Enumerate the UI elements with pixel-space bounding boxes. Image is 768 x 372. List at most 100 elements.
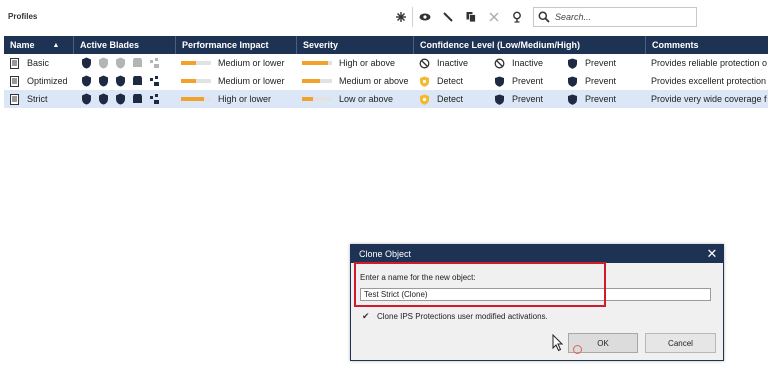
confidence-label: Prevent	[512, 76, 544, 86]
detect-shield-icon	[420, 76, 429, 87]
prevent-shield-icon	[568, 94, 577, 105]
confidence-label: Prevent	[585, 58, 617, 68]
profile-name: Strict	[27, 94, 48, 104]
column-header-confidence-level[interactable]: Confidence Level (Low/Medium/High)	[414, 36, 646, 54]
anti-virus-blade-icon	[116, 93, 125, 105]
severity-cell: High or above	[297, 54, 414, 72]
view-button[interactable]	[413, 7, 436, 27]
new-button[interactable]	[389, 7, 412, 27]
active-blades-cell	[74, 72, 176, 90]
table-row[interactable]: Basic Medium or lower High or above Inactiv…	[4, 54, 768, 72]
column-header-performance-impact[interactable]: Performance Impact	[176, 36, 297, 54]
toolbar	[389, 7, 528, 27]
confidence-label: Prevent	[585, 94, 617, 104]
table-header: Name ▲ Active Blades Performance Impact S…	[4, 36, 768, 54]
sort-ascending-icon: ▲	[52, 41, 60, 49]
where-used-button[interactable]	[505, 7, 528, 27]
page-title: Profiles	[8, 12, 38, 21]
delete-icon	[489, 12, 498, 22]
new-icon	[395, 12, 406, 22]
table-row[interactable]: Strict High or lower Low or above Detect Pre…	[4, 90, 768, 108]
threat-extraction-blade-icon	[150, 58, 159, 68]
comment-text: Provide very wide coverage f	[651, 94, 767, 104]
confidence-cell: Prevent	[564, 90, 646, 108]
confidence-cell: Detect	[414, 72, 491, 90]
table-body: Basic Medium or lower High or above Inactiv…	[4, 54, 768, 108]
checkmark-icon: ✔	[362, 311, 370, 321]
comment-text: Provides excellent protection	[651, 76, 767, 86]
confidence-cell: Inactive	[414, 54, 491, 72]
confidence-label: Detect	[437, 76, 464, 86]
confidence-cell: Inactive	[491, 54, 564, 72]
checkbox-label: Clone IPS Protections user modified acti…	[377, 311, 548, 321]
top-bar: Profiles	[0, 0, 768, 36]
inactive-icon	[494, 58, 505, 68]
performance-impact-cell: Medium or lower	[176, 54, 297, 72]
dialog-title-bar: Clone Object ✕	[351, 245, 723, 263]
severity-label: Medium or above	[339, 76, 409, 86]
threat-extraction-blade-icon	[150, 76, 159, 86]
performance-impact-cell: Medium or lower	[176, 72, 297, 90]
edit-icon	[442, 12, 453, 22]
comment-text: Provides reliable protection o	[651, 58, 768, 68]
delete-button[interactable]	[482, 7, 505, 27]
active-blades-cell	[74, 54, 176, 72]
detect-shield-icon	[420, 94, 429, 105]
comment-cell: Provides reliable protection o	[646, 54, 768, 72]
severity-label: High or above	[339, 58, 396, 68]
clone-icon	[466, 12, 476, 23]
anti-virus-blade-icon	[116, 75, 125, 87]
prevent-shield-icon	[495, 94, 504, 105]
confidence-cell: Detect	[414, 90, 491, 108]
clone-button[interactable]	[459, 7, 482, 27]
severity-cell: Low or above	[297, 90, 414, 108]
mouse-cursor-icon	[552, 334, 564, 352]
table-row[interactable]: Optimized Medium or lower Medium or above D…	[4, 72, 768, 90]
threat-emulation-blade-icon	[133, 76, 142, 85]
cancel-button[interactable]: Cancel	[645, 333, 716, 353]
active-blades-cell	[74, 90, 176, 108]
search-box[interactable]	[533, 7, 697, 27]
confidence-label: Prevent	[512, 94, 544, 104]
threat-emulation-blade-icon	[133, 58, 142, 67]
column-header-name[interactable]: Name ▲	[4, 36, 74, 54]
threat-emulation-blade-icon	[133, 94, 142, 103]
anti-bot-blade-icon	[99, 93, 108, 105]
performance-impact-cell: High or lower	[176, 90, 297, 108]
comment-cell: Provides excellent protection	[646, 72, 768, 90]
name-cell: Basic	[4, 54, 74, 72]
prevent-shield-icon	[568, 58, 577, 69]
confidence-cell: Prevent	[564, 54, 646, 72]
comment-cell: Provide very wide coverage f	[646, 90, 768, 108]
severity-label: Low or above	[339, 94, 394, 104]
performance-label: Medium or lower	[218, 58, 285, 68]
ips-blade-icon	[82, 57, 91, 69]
performance-label: Medium or lower	[218, 76, 285, 86]
profiles-table: Name ▲ Active Blades Performance Impact S…	[4, 36, 768, 108]
severity-level-bar	[302, 61, 332, 65]
performance-level-bar	[181, 97, 211, 101]
column-header-comments[interactable]: Comments	[646, 36, 768, 54]
confidence-cell: Prevent	[491, 72, 564, 90]
name-cell: Strict	[4, 90, 74, 108]
anti-bot-blade-icon	[99, 75, 108, 87]
prevent-shield-icon	[495, 76, 504, 87]
anti-virus-blade-icon	[116, 57, 125, 69]
search-input[interactable]	[555, 12, 685, 22]
highlight-annotation-box	[354, 262, 606, 307]
profile-document-icon	[10, 57, 19, 69]
edit-button[interactable]	[436, 7, 459, 27]
clone-activations-checkbox[interactable]: ✔ Clone IPS Protections user modified ac…	[362, 311, 548, 321]
performance-level-bar	[181, 79, 211, 83]
confidence-cell: Prevent	[491, 90, 564, 108]
performance-level-bar	[181, 61, 211, 65]
inactive-icon	[419, 58, 430, 68]
column-header-active-blades[interactable]: Active Blades	[74, 36, 176, 54]
severity-level-bar	[302, 97, 332, 101]
prevent-shield-icon	[568, 76, 577, 87]
column-header-severity[interactable]: Severity	[297, 36, 414, 54]
close-icon[interactable]: ✕	[705, 246, 719, 261]
severity-level-bar	[302, 79, 332, 83]
anti-bot-blade-icon	[99, 57, 108, 69]
confidence-label: Inactive	[512, 58, 544, 68]
